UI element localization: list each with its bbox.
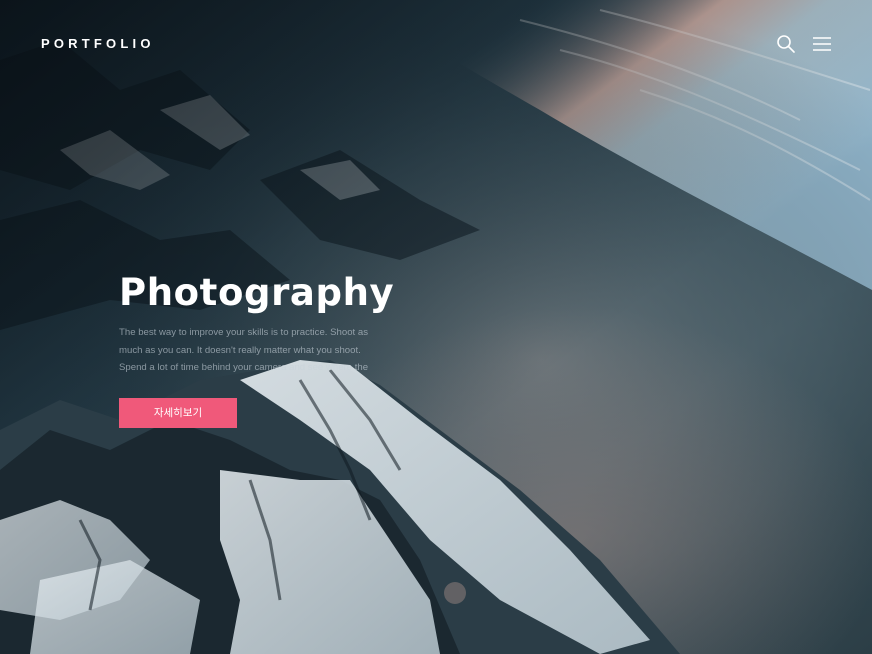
- hero-section: PORTFOLIO Photography The best way to im…: [0, 0, 872, 654]
- menu-button[interactable]: [812, 35, 832, 53]
- hero-content: Photography The best way to improve your…: [119, 268, 395, 377]
- search-button[interactable]: [776, 34, 796, 54]
- view-more-button[interactable]: 자세히보기: [119, 398, 237, 428]
- site-logo[interactable]: PORTFOLIO: [41, 36, 155, 52]
- site-header: PORTFOLIO: [0, 0, 872, 88]
- hero-title: Photography: [119, 271, 395, 314]
- hero-description: The best way to improve your skills is t…: [119, 327, 369, 374]
- search-icon: [777, 35, 795, 53]
- hamburger-menu-icon: [813, 37, 831, 51]
